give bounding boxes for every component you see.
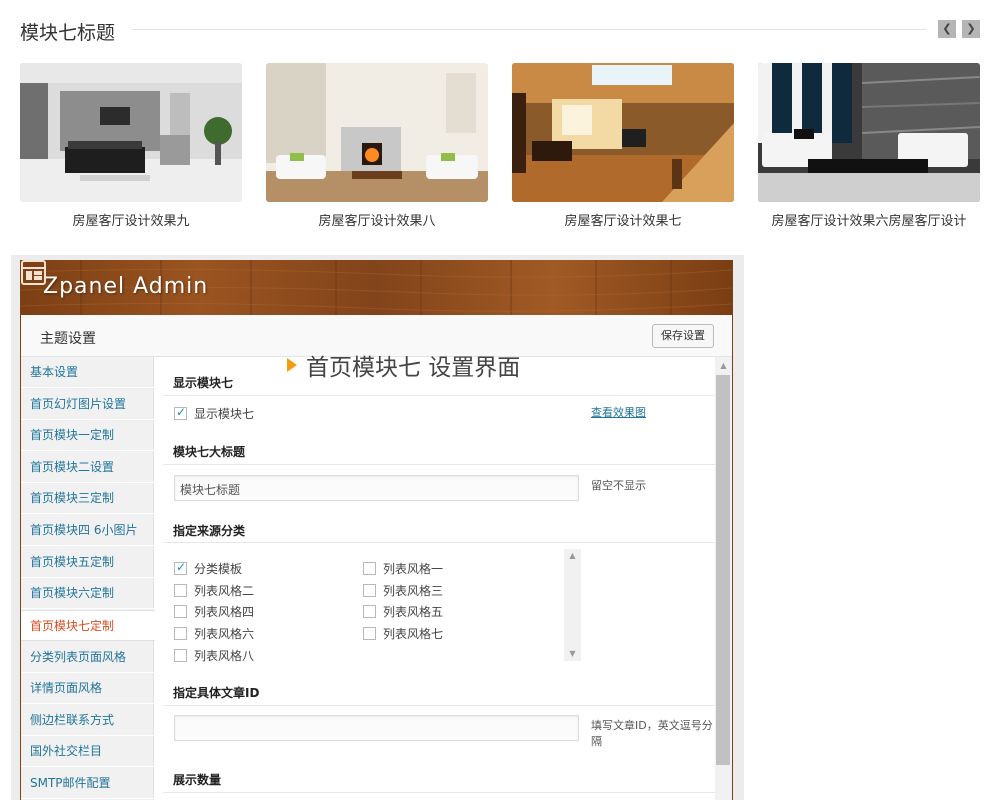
- category-label: 列表风格二: [194, 584, 255, 598]
- sidebar-item-category-style[interactable]: 分类列表页面风格: [21, 642, 154, 673]
- living-room-photo-1[interactable]: [20, 63, 242, 202]
- sidebar-item-module-6[interactable]: 首页模块六定制: [21, 578, 154, 609]
- gallery-caption[interactable]: 房屋客厅设计效果八: [266, 210, 488, 229]
- category-checkbox[interactable]: [174, 627, 187, 640]
- article-id-input[interactable]: [174, 715, 579, 741]
- scroll-up-icon[interactable]: ▲: [715, 359, 732, 373]
- category-label: 列表风格三: [383, 584, 444, 598]
- category-option[interactable]: 列表风格一: [363, 560, 443, 577]
- layout-icon[interactable]: [21, 260, 46, 285]
- category-checkbox[interactable]: [174, 560, 187, 575]
- sidebar-item-slider[interactable]: 首页幻灯图片设置: [21, 389, 154, 420]
- category-checkbox[interactable]: [174, 649, 187, 662]
- preview-link[interactable]: 查看效果图: [591, 404, 646, 420]
- category-label: 列表风格六: [194, 627, 255, 641]
- admin-brand: Zpanel Admin: [43, 274, 209, 299]
- triangle-right-icon: [287, 358, 297, 372]
- sidebar-item-module-5[interactable]: 首页模块五定制: [21, 547, 154, 578]
- category-option[interactable]: 列表风格八: [174, 647, 254, 664]
- overlay-label-text: 首页模块七 设置界面: [306, 355, 521, 381]
- sidebar-item-social[interactable]: 国外社交栏目: [21, 736, 154, 767]
- section-title-show: 显示模块七: [173, 376, 234, 390]
- article-id-hint: 填写文章ID，英文逗号分隔: [591, 719, 713, 748]
- living-room-photo-3[interactable]: [512, 63, 734, 202]
- gallery: 房屋客厅设计效果九 房屋客厅设计效果八 房屋客厅设计效果七 房屋客厅设计效果六房…: [20, 63, 982, 233]
- category-checkbox[interactable]: [363, 605, 376, 618]
- content-scrollbar[interactable]: ▲: [715, 357, 732, 800]
- sidebar-item-detail-style[interactable]: 详情页面风格: [21, 673, 154, 704]
- section-title-article-id: 指定具体文章ID: [173, 686, 260, 700]
- settings-sidebar: 基本设置 首页幻灯图片设置 首页模块一定制 首页模块二设置 首页模块三定制 首页…: [21, 357, 155, 800]
- sidebar-item-smtp[interactable]: SMTP邮件配置: [21, 768, 154, 799]
- category-option[interactable]: 列表风格二: [174, 582, 254, 599]
- sidebar-item-module-3[interactable]: 首页模块三定制: [21, 483, 154, 514]
- section-divider: [163, 705, 715, 706]
- settings-content: 显示模块七 显示模块七 查看效果图 模块七大标题 模块七标题 留空不显示 指定来…: [155, 357, 715, 800]
- gallery-caption[interactable]: 房屋客厅设计效果六房屋客厅设计: [758, 210, 980, 229]
- admin-screenshot: Zpanel Admin 主题设置 保存设置 基本设置 首页幻灯图片设置 首页模…: [11, 255, 744, 800]
- sidebar-item-module-4[interactable]: 首页模块四 6小图片: [21, 515, 154, 546]
- category-option[interactable]: 列表风格六: [174, 625, 254, 642]
- sidebar-item-basic[interactable]: 基本设置: [21, 357, 154, 388]
- category-checkbox[interactable]: [363, 562, 376, 575]
- scroll-down-icon[interactable]: ▼: [564, 647, 581, 661]
- sidebar-item-module-7[interactable]: 首页模块七定制: [21, 610, 155, 641]
- section-title-count: 展示数量: [173, 773, 222, 787]
- overlay-label: 首页模块七 设置界面: [287, 348, 520, 382]
- big-title-hint: 留空不显示: [591, 479, 646, 492]
- category-checklist: 分类模板 列表风格一 列表风格二 列表风格三 列表风格四 列表风格五 列表风格六…: [174, 549, 583, 664]
- category-label: 列表风格八: [194, 649, 255, 663]
- category-checkbox[interactable]: [174, 584, 187, 597]
- category-scrollbar[interactable]: ▲ ▼: [564, 549, 581, 661]
- sidebar-item-contact[interactable]: 侧边栏联系方式: [21, 705, 154, 736]
- category-option[interactable]: 列表风格三: [363, 582, 443, 599]
- scroll-up-icon[interactable]: ▲: [564, 549, 581, 563]
- save-button[interactable]: 保存设置: [652, 324, 714, 348]
- section-title-source: 指定来源分类: [173, 524, 246, 538]
- living-room-photo-2[interactable]: [266, 63, 488, 202]
- category-option[interactable]: 列表风格四: [174, 603, 254, 620]
- category-checkbox[interactable]: [363, 627, 376, 640]
- show-module-checkbox[interactable]: [174, 405, 187, 420]
- category-label: 列表风格七: [383, 627, 444, 641]
- category-option[interactable]: 分类模板: [174, 560, 242, 577]
- category-label: 列表风格五: [383, 605, 444, 619]
- section-title-big-title: 模块七大标题: [173, 445, 246, 459]
- module-title: 模块七标题: [20, 18, 126, 45]
- gallery-item[interactable]: 房屋客厅设计效果七: [512, 63, 734, 229]
- chevron-left-icon[interactable]: ❮: [938, 20, 956, 38]
- gallery-caption[interactable]: 房屋客厅设计效果九: [20, 210, 242, 229]
- category-label: 列表风格一: [383, 562, 444, 576]
- gallery-item[interactable]: 房屋客厅设计效果八: [266, 63, 488, 229]
- category-option[interactable]: 列表风格七: [363, 625, 443, 642]
- admin-header: Zpanel Admin: [21, 260, 732, 315]
- settings-title: 主题设置: [40, 331, 96, 347]
- show-module-checkbox-row[interactable]: 显示模块七: [174, 405, 254, 422]
- chevron-right-icon[interactable]: ❯: [962, 20, 980, 38]
- big-title-input[interactable]: 模块七标题: [174, 475, 579, 501]
- category-checkbox[interactable]: [174, 605, 187, 618]
- admin-panel: Zpanel Admin 主题设置 保存设置 基本设置 首页幻灯图片设置 首页模…: [20, 260, 733, 800]
- section-divider: [163, 395, 715, 396]
- category-option[interactable]: 列表风格五: [363, 603, 443, 620]
- gallery-item[interactable]: 房屋客厅设计效果九: [20, 63, 242, 229]
- module-title-divider: [132, 29, 926, 30]
- category-checkbox[interactable]: [363, 584, 376, 597]
- category-label: 分类模板: [194, 562, 243, 576]
- category-label: 列表风格四: [194, 605, 255, 619]
- gallery-caption[interactable]: 房屋客厅设计效果七: [512, 210, 734, 229]
- scrollbar-thumb[interactable]: [716, 375, 730, 765]
- sidebar-item-module-1[interactable]: 首页模块一定制: [21, 420, 154, 451]
- living-room-photo-4[interactable]: [758, 63, 980, 202]
- module-header: 模块七标题 ❮ ❯: [20, 16, 982, 46]
- section-divider: [163, 542, 715, 543]
- section-divider: [163, 792, 715, 793]
- gallery-item[interactable]: 房屋客厅设计效果六房屋客厅设计: [758, 63, 980, 229]
- section-divider: [163, 464, 715, 465]
- checkbox-label: 显示模块七: [194, 407, 255, 421]
- sidebar-item-module-2[interactable]: 首页模块二设置: [21, 452, 154, 483]
